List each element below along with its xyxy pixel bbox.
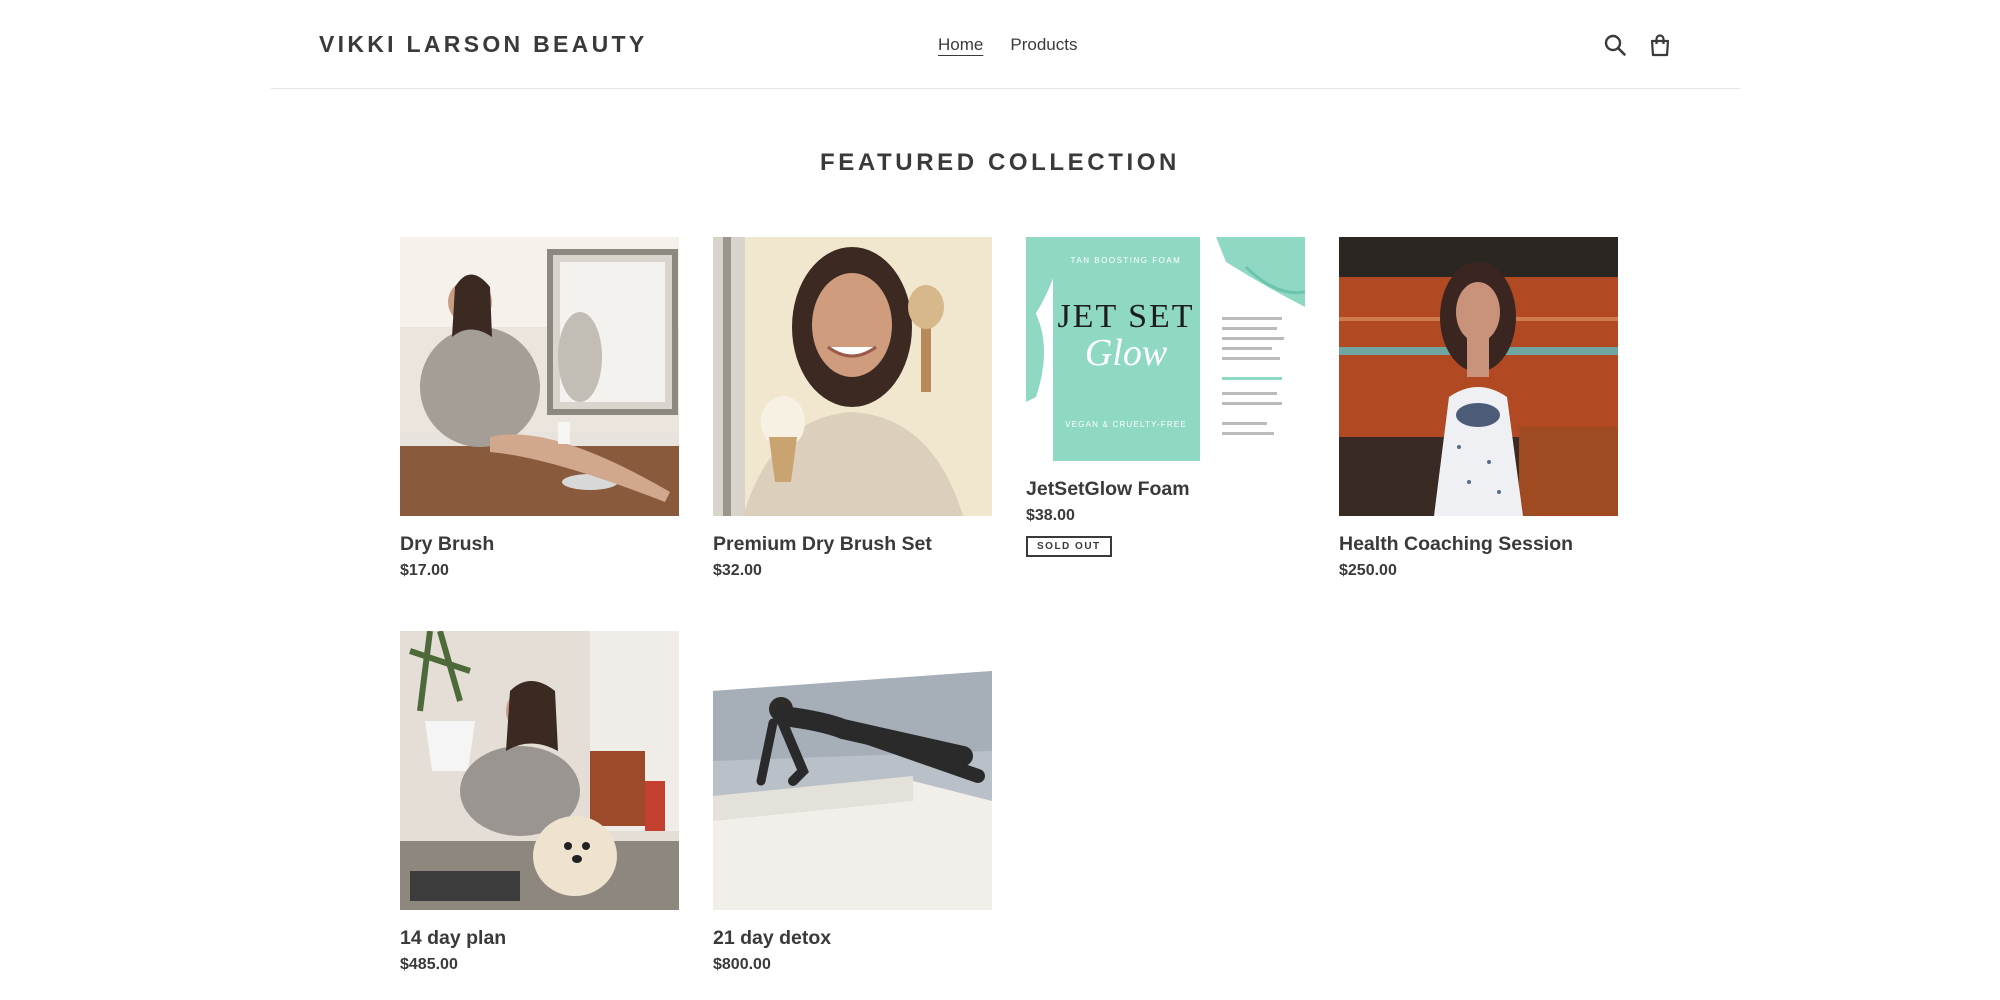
product-title[interactable]: 21 day detox [713,927,992,950]
product-image-14-day-plan [400,631,679,910]
product-price: $250.00 [1339,562,1397,579]
search-icon [1604,34,1626,56]
jetset-top-text: TAN BOOSTING FOAM [1071,256,1182,265]
cart-icon [1650,34,1670,57]
nav-link-products[interactable]: Products [1010,35,1077,55]
product-card-14-day-plan[interactable]: 14 day plan $485.00 [400,631,679,974]
main-nav: Home Products [938,35,1077,55]
store-logo[interactable]: VIKKI LARSON BEAUTY [319,31,648,58]
product-image-dry-brush [400,237,679,516]
product-card-health-coaching-session[interactable]: Health Coaching Session $250.00 [1339,237,1618,580]
product-image-jetsetglow-foam: TAN BOOSTING FOAM JET SET Glow VEGAN & C… [1026,237,1305,461]
jetset-brand-line2: Glow [1085,332,1168,374]
product-card-premium-dry-brush-set[interactable]: Premium Dry Brush Set $32.00 [713,237,992,580]
sold-out-badge: SOLD OUT [1026,536,1112,557]
product-price: $800.00 [713,956,771,973]
product-image-health-coaching-session [1339,237,1618,516]
product-price: $32.00 [713,562,762,579]
cart-button[interactable] [1645,30,1675,60]
product-card-dry-brush[interactable]: Dry Brush $17.00 [400,237,679,580]
product-card-jetsetglow-foam[interactable]: TAN BOOSTING FOAM JET SET Glow VEGAN & C… [1026,237,1305,557]
product-price: $38.00 [1026,507,1075,524]
product-image-premium-dry-brush-set [713,237,992,516]
product-title[interactable]: JetSetGlow Foam [1026,478,1305,501]
product-title[interactable]: 14 day plan [400,927,679,950]
product-price: $485.00 [400,956,458,973]
product-title[interactable]: Health Coaching Session [1339,533,1618,556]
product-title[interactable]: Dry Brush [400,533,679,556]
site-header: VIKKI LARSON BEAUTY Home Products [271,0,1740,89]
product-card-21-day-detox[interactable]: 21 day detox $800.00 [713,631,992,974]
featured-collection-title: FEATURED COLLECTION [820,149,1180,176]
jetset-bottom-text: VEGAN & CRUELTY-FREE [1065,420,1187,429]
search-button[interactable] [1600,30,1630,60]
jetset-brand-line1: JET SET [1057,298,1194,335]
product-image-21-day-detox [713,631,992,910]
product-price: $17.00 [400,562,449,579]
product-title[interactable]: Premium Dry Brush Set [713,533,992,556]
nav-link-home[interactable]: Home [938,35,983,55]
